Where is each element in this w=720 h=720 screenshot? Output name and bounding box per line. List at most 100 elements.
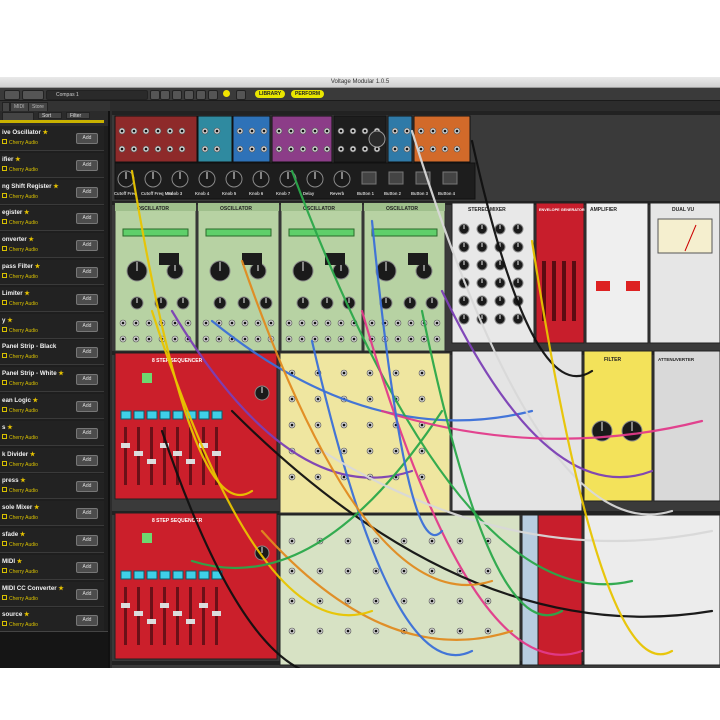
add-button[interactable]: Add — [76, 588, 98, 600]
rack-canvas[interactable]: Cutoff Freq Cutoff Freq ModKnob 3 Knob 4 Kn… — [112, 111, 720, 668]
list-item[interactable]: k Divider ★ Cherry Audio Add — [0, 447, 104, 473]
add-button[interactable]: Add — [76, 454, 98, 466]
oscillator-title: OSCILLATOR — [137, 206, 169, 212]
list-item[interactable]: Limiter ★ Cherry Audio Add — [0, 286, 104, 312]
checkbox-icon — [2, 541, 7, 546]
undo-icon[interactable] — [150, 90, 160, 100]
favorite-star-icon[interactable]: ★ — [24, 611, 30, 618]
module-author: Cherry Audio — [2, 219, 38, 226]
add-button[interactable]: Add — [76, 293, 98, 305]
favorite-star-icon[interactable]: ★ — [17, 558, 23, 565]
menu-button[interactable] — [4, 90, 20, 100]
jack-hole — [339, 129, 343, 133]
add-button[interactable]: Add — [76, 267, 98, 278]
zoom-icon[interactable] — [184, 90, 194, 100]
sort-dropdown[interactable]: Sort — [38, 112, 62, 119]
add-button[interactable]: Add — [76, 133, 98, 144]
list-item[interactable]: ean Logic ★ Cherry Audio Add — [0, 394, 104, 419]
list-item[interactable]: pass Filter ★ Cherry Audio Add — [0, 260, 104, 285]
list-item[interactable]: onverter ★ Cherry Audio Add — [0, 233, 104, 259]
add-button[interactable]: Add — [76, 535, 98, 546]
add-button[interactable]: Add — [76, 320, 98, 332]
add-button[interactable]: Add — [76, 401, 98, 412]
add-button[interactable]: Add — [76, 213, 98, 225]
zoom-in-icon[interactable] — [196, 90, 206, 100]
add-button[interactable]: Add — [76, 186, 98, 198]
list-item[interactable]: s ★ Cherry Audio Add — [0, 420, 104, 446]
favorite-star-icon[interactable]: ★ — [53, 183, 59, 190]
favorite-star-icon[interactable]: ★ — [33, 397, 39, 404]
list-item[interactable]: ive Oscillator ★ Cherry Audio Add — [0, 126, 104, 151]
jack-hole — [420, 423, 424, 427]
add-button[interactable]: Add — [76, 240, 98, 252]
checkbox-icon — [2, 326, 7, 332]
list-item[interactable]: source ★ Cherry Audio Add — [0, 608, 104, 634]
add-button[interactable]: Add — [76, 159, 98, 171]
jack-hole — [430, 539, 434, 543]
list-item[interactable]: sfade ★ Cherry Audio Add — [0, 528, 104, 553]
filter-dropdown[interactable]: Filter — [66, 112, 90, 119]
list-item[interactable]: Panel Strip - Black Cherry Audio Add — [0, 340, 104, 366]
favorite-star-icon[interactable]: ★ — [20, 531, 26, 538]
jack-hole — [326, 321, 330, 325]
list-item[interactable]: egister ★ Cherry Audio Add — [0, 206, 104, 232]
favorite-star-icon[interactable]: ★ — [30, 451, 36, 458]
favorite-star-icon[interactable]: ★ — [7, 317, 13, 324]
add-button[interactable]: Add — [76, 427, 98, 439]
jack-hole — [120, 129, 124, 133]
favorite-star-icon[interactable]: ★ — [58, 585, 64, 592]
add-button[interactable]: Add — [76, 481, 98, 493]
favorite-star-icon[interactable]: ★ — [43, 129, 49, 136]
list-item[interactable]: sole Mixer ★ Cherry Audio Add — [0, 501, 104, 527]
attenuverter-title: ATTENUVERTER — [658, 357, 695, 362]
save-icon[interactable] — [172, 90, 182, 100]
jack-hole — [486, 599, 490, 603]
favorite-star-icon[interactable]: ★ — [24, 209, 30, 216]
library-button[interactable]: LIBRARY — [255, 90, 286, 98]
favorite-star-icon[interactable]: ★ — [24, 290, 30, 297]
preset-field[interactable]: Compas 1 — [46, 90, 148, 100]
redo-icon[interactable] — [160, 90, 170, 100]
power-led-icon[interactable] — [223, 90, 230, 97]
jack-hole — [313, 321, 317, 325]
amp-led — [596, 281, 610, 291]
favorite-star-icon[interactable]: ★ — [35, 263, 41, 270]
jack-hole — [346, 569, 350, 573]
add-button[interactable]: Add — [76, 508, 98, 520]
jack-hole — [269, 321, 273, 325]
favorite-star-icon[interactable]: ★ — [29, 236, 35, 243]
step-slider-handle — [186, 619, 195, 624]
jack-hole — [420, 475, 424, 479]
favorite-star-icon[interactable]: ★ — [58, 370, 64, 377]
envelope-title: ENVELOPE GENERATOR — [539, 208, 585, 212]
settings-gear-icon[interactable] — [236, 90, 246, 100]
favorite-star-icon[interactable]: ★ — [34, 504, 40, 511]
perform-button[interactable]: PERFORM — [291, 90, 324, 98]
favorite-star-icon[interactable]: ★ — [7, 424, 13, 431]
list-item[interactable]: Panel Strip - White ★ Cherry Audio Add — [0, 367, 104, 393]
list-item[interactable]: MIDI ★ Cherry Audio Add — [0, 554, 104, 580]
list-item[interactable]: ng Shift Register ★ Cherry Audio Add — [0, 179, 104, 205]
preset-nav-button[interactable] — [22, 90, 44, 100]
jack-hole — [431, 129, 435, 133]
add-button[interactable]: Add — [76, 615, 98, 627]
jack-hole — [443, 147, 447, 151]
list-item[interactable]: press ★ Cherry Audio Add — [0, 474, 104, 500]
list-item[interactable]: MIDI CC Converter ★ Cherry Audio Add — [0, 581, 104, 607]
favorite-star-icon[interactable]: ★ — [15, 156, 21, 163]
jack-hole — [375, 147, 379, 151]
list-item[interactable]: ifier ★ Cherry Audio Add — [0, 152, 104, 178]
module-author: Cherry Audio — [2, 514, 38, 521]
list-item[interactable]: y ★ Cherry Audio Add — [0, 313, 104, 339]
add-button[interactable]: Add — [76, 561, 98, 573]
step-led-button — [159, 410, 171, 420]
jack-hole — [419, 129, 423, 133]
amplifier-panel — [585, 202, 649, 344]
jack-hole — [230, 321, 234, 325]
module-rack[interactable]: Cutoff Freq Cutoff Freq Mod Knob 3 Knob 4 Kn… — [112, 111, 720, 668]
add-button[interactable]: Add — [76, 347, 98, 359]
export-icon[interactable] — [208, 90, 218, 100]
favorite-star-icon[interactable]: ★ — [20, 477, 26, 484]
jack-hole — [402, 599, 406, 603]
add-button[interactable]: Add — [76, 374, 98, 386]
